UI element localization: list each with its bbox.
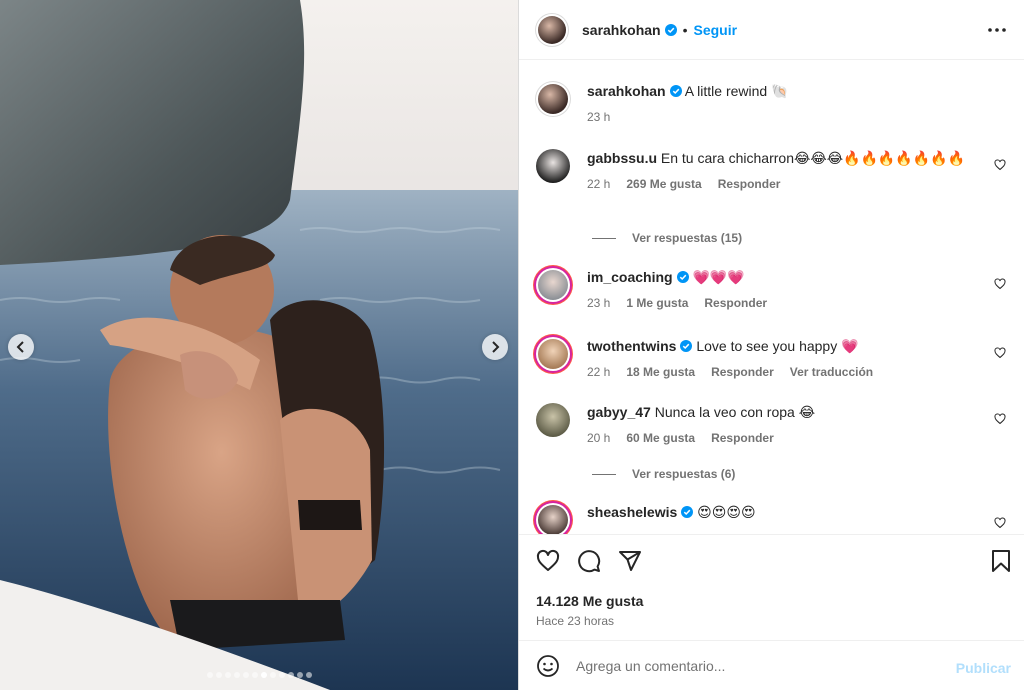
author-username[interactable]: sarahkohan [582,22,661,38]
more-icon[interactable] [985,20,1009,40]
separator-dot: • [682,21,688,38]
carousel-dot [305,672,312,678]
verified-icon [676,271,689,283]
commenter-avatar[interactable] [536,268,570,302]
post-header: sarahkohan • Seguir [519,0,1024,60]
bookmark-icon[interactable] [989,549,1013,573]
verified-icon [669,85,682,97]
carousel-dot [215,672,222,678]
chevron-right-icon [492,341,500,353]
verified-icon [664,23,677,36]
carousel-dot [269,672,276,678]
translate-button[interactable]: Ver traducción [790,363,873,381]
verified-icon [680,340,693,352]
author-avatar[interactable] [536,13,568,46]
view-replies-button[interactable]: Ver respuestas (15) [592,231,742,245]
post-actions: 14.128 Me gusta Hace 23 horas [519,534,1024,640]
comment-text: 💗💗💗 [692,269,745,285]
comment-time: 22 h [587,177,611,191]
caption-text: A little rewind 🐚 [684,83,789,99]
carousel-indicator [0,672,518,678]
carousel-dot [296,672,303,678]
carousel-dot [242,672,249,678]
comment-time: 20 h [587,431,611,445]
comment-text: 😍😍😍😍 [697,504,756,520]
comment-time: 23 h [587,296,611,310]
replies-divider [592,473,616,475]
heart-icon[interactable] [994,278,1006,290]
carousel-dot [251,672,258,678]
follow-button[interactable]: Seguir [694,22,738,38]
comment-text: Nunca la veo con ropa 😂 [654,404,816,420]
comment-likes[interactable]: 1 Me gusta [626,294,688,312]
post-photo [0,0,518,690]
commenter-avatar[interactable] [536,337,570,371]
comment-input[interactable] [576,657,936,674]
post-panel: sarahkohan • Seguir sarahkohan A little … [518,0,1024,690]
reply-button[interactable]: Responder [718,175,781,193]
likes-count[interactable]: 14.128 Me gusta [536,593,643,609]
heart-icon[interactable] [994,517,1006,529]
caption-username[interactable]: sarahkohan [587,83,666,99]
commenter-avatar[interactable] [536,403,570,437]
comment-text: En tu cara chicharron😂😂😂🔥🔥🔥🔥🔥🔥🔥 [660,150,966,166]
comment-likes[interactable]: 60 Me gusta [626,429,695,447]
reply-button[interactable]: Responder [711,429,774,447]
carousel-dot [278,672,285,678]
carousel-dot [233,672,240,678]
carousel-dot [206,672,213,678]
comment-username[interactable]: twothentwins [587,338,676,354]
comment-username[interactable]: sheashelewis [587,504,677,520]
heart-icon[interactable] [536,549,560,573]
heart-icon[interactable] [994,159,1006,171]
commenter-avatar[interactable] [536,149,570,183]
comment-username[interactable]: gabyy_47 [587,404,651,420]
publish-button[interactable]: Publicar [956,660,1011,676]
comment-icon[interactable] [577,549,601,573]
comment-time: 22 h [587,365,611,379]
next-slide-button[interactable] [482,334,508,360]
post-timestamp[interactable]: Hace 23 horas [536,614,614,628]
view-replies-label: Ver respuestas (6) [632,467,736,481]
comments-list[interactable]: sarahkohan A little rewind 🐚 23 h gabbss… [519,61,1024,534]
view-replies-label: Ver respuestas (15) [632,231,743,245]
share-icon[interactable] [618,549,642,573]
prev-slide-button[interactable] [8,334,34,360]
author-avatar[interactable] [536,82,570,116]
reply-button[interactable]: Responder [711,363,774,381]
carousel-dot [260,672,267,678]
add-comment-bar: Publicar [519,640,1024,690]
carousel-dot [224,672,231,678]
caption-time: 23 h [587,110,611,124]
heart-icon[interactable] [994,413,1006,425]
heart-icon[interactable] [994,347,1006,359]
comment-username[interactable]: im_coaching [587,269,673,285]
verified-icon [681,506,694,518]
comment-likes[interactable]: 269 Me gusta [626,175,701,193]
comment-username[interactable]: gabbssu.u [587,150,657,166]
view-replies-button[interactable]: Ver respuestas (6) [592,467,735,481]
comment-text: Love to see you happy 💗 [696,338,859,354]
emoji-icon[interactable] [536,654,560,678]
chevron-left-icon [16,341,24,353]
comment-likes[interactable]: 18 Me gusta [626,363,695,381]
carousel-dot [287,672,294,678]
commenter-avatar[interactable] [536,503,570,534]
reply-button[interactable]: Responder [704,294,767,312]
replies-divider [592,237,616,239]
post-media[interactable] [0,0,518,690]
